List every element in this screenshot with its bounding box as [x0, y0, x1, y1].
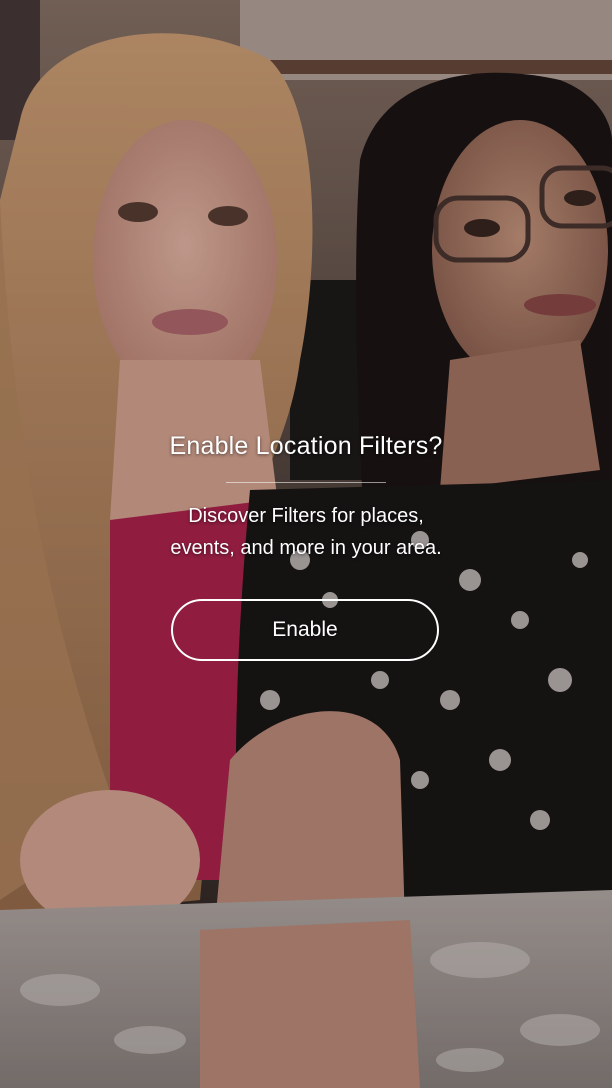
- camera-photo: [0, 0, 612, 1088]
- camera-screen: Enable Location Filters? Discover Filter…: [0, 0, 612, 1088]
- enable-button[interactable]: Enable: [171, 599, 439, 661]
